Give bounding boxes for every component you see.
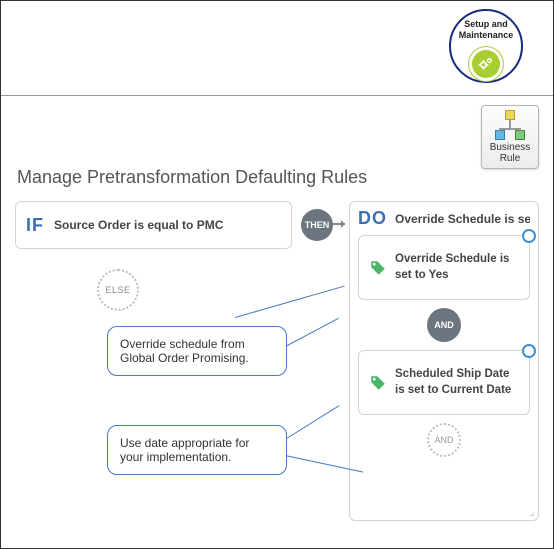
tag-icon bbox=[369, 259, 387, 277]
diagram-canvas: Setup and Maintenance Business Rule Mana… bbox=[0, 0, 554, 549]
and-label: AND bbox=[434, 320, 454, 330]
action-1-text: Override Schedule is set to Yes bbox=[395, 252, 519, 283]
if-keyword: IF bbox=[26, 215, 44, 236]
and-placeholder[interactable]: AND bbox=[427, 423, 461, 457]
header: Setup and Maintenance bbox=[1, 1, 553, 95]
setup-and-maintenance-badge[interactable]: Setup and Maintenance bbox=[449, 9, 523, 83]
tag-icon bbox=[369, 374, 387, 392]
setup-label-line2: Maintenance bbox=[451, 30, 521, 41]
business-rule-label1: Business bbox=[490, 142, 531, 153]
then-connector: THEN bbox=[301, 209, 333, 241]
action-2-text: Scheduled Ship Date is set to Current Da… bbox=[395, 367, 519, 398]
leader-line bbox=[285, 405, 340, 440]
callout-2-text: Use date appropriate for your implementa… bbox=[120, 436, 249, 464]
divider bbox=[1, 95, 553, 96]
action-box-2[interactable]: Scheduled Ship Date is set to Current Da… bbox=[358, 350, 530, 415]
business-rule-label2: Rule bbox=[500, 153, 521, 164]
else-label: ELSE bbox=[105, 285, 130, 295]
else-placeholder[interactable]: ELSE bbox=[97, 269, 139, 311]
callout-override-schedule: Override schedule from Global Order Prom… bbox=[107, 326, 287, 376]
then-label: THEN bbox=[305, 220, 330, 230]
selection-handle-icon[interactable] bbox=[522, 229, 536, 243]
if-condition-block[interactable]: IF Source Order is equal to PMC bbox=[15, 201, 292, 249]
setup-label-line1: Setup and bbox=[451, 19, 521, 30]
and-connector: AND bbox=[427, 308, 461, 342]
selection-handle-icon[interactable] bbox=[522, 344, 536, 358]
leader-line bbox=[235, 286, 345, 318]
callout-1-text: Override schedule from Global Order Prom… bbox=[120, 337, 249, 365]
resize-handle-icon[interactable]: ⌟ bbox=[530, 507, 534, 518]
arrow-icon bbox=[333, 223, 345, 225]
do-block: DO Override Schedule is set to Yes ar Ov… bbox=[349, 201, 539, 521]
gears-icon bbox=[469, 47, 503, 81]
do-summary: Override Schedule is set to Yes ar bbox=[395, 212, 530, 226]
business-rule-button[interactable]: Business Rule bbox=[481, 105, 539, 169]
callout-ship-date: Use date appropriate for your implementa… bbox=[107, 425, 287, 475]
if-condition-text: Source Order is equal to PMC bbox=[54, 218, 223, 232]
do-keyword: DO bbox=[358, 208, 387, 229]
do-header: DO Override Schedule is set to Yes ar bbox=[358, 208, 530, 229]
page-title: Manage Pretransformation Defaulting Rule… bbox=[17, 167, 367, 188]
and-dotted-label: AND bbox=[434, 435, 453, 445]
business-rule-icon bbox=[495, 110, 525, 140]
action-box-1[interactable]: Override Schedule is set to Yes bbox=[358, 235, 530, 300]
